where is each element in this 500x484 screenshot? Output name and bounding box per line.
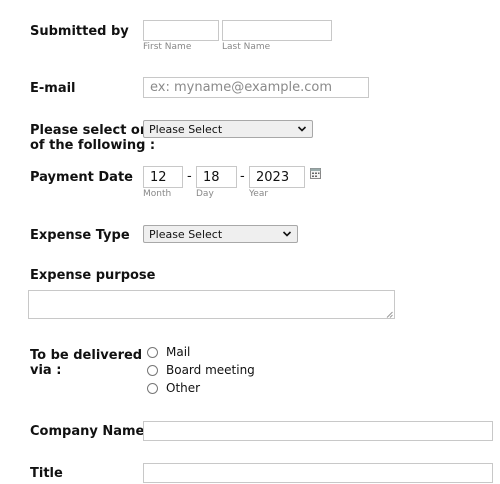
delivery-option-mail[interactable]: Mail [147, 343, 255, 361]
delivery-option-board-meeting[interactable]: Board meeting [147, 361, 255, 379]
delivery-label-line1: To be delivered [30, 348, 143, 363]
expense-purpose-textarea[interactable] [28, 290, 395, 319]
first-name-input[interactable] [143, 20, 219, 41]
payment-date-label: Payment Date [30, 170, 133, 185]
title-label: Title [30, 466, 63, 481]
select-one-label: Please select one of the following : [30, 123, 158, 153]
date-separator: - [240, 169, 245, 184]
last-name-caption: Last Name [222, 42, 271, 52]
company-name-label: Company Name [30, 424, 145, 439]
last-name-input[interactable] [222, 20, 332, 41]
year-caption: Year [249, 189, 269, 199]
email-input[interactable] [143, 77, 369, 98]
select-one-label-line1: Please select one [30, 123, 158, 138]
expense-type-label: Expense Type [30, 228, 130, 243]
expense-type-dropdown[interactable]: Please Select [143, 225, 298, 243]
delivery-option-label: Board meeting [166, 363, 255, 377]
delivery-options: Mail Board meeting Other [147, 343, 255, 397]
company-name-input[interactable] [143, 421, 493, 441]
delivery-option-label: Other [166, 381, 201, 395]
expense-type-value: Please Select [149, 227, 223, 241]
expense-purpose-label: Expense purpose [30, 268, 156, 283]
day-caption: Day [196, 189, 214, 199]
select-one-value: Please Select [149, 122, 223, 136]
month-caption: Month [143, 189, 172, 199]
payment-day-input[interactable] [196, 166, 237, 188]
payment-year-input[interactable] [249, 166, 305, 188]
radio-button[interactable] [147, 346, 158, 358]
submitted-by-label: Submitted by [30, 24, 129, 39]
delivery-option-label: Mail [166, 345, 191, 359]
title-input[interactable] [143, 463, 493, 483]
calendar-icon[interactable] [310, 168, 321, 179]
delivery-option-other[interactable]: Other [147, 379, 255, 397]
chevron-down-icon [297, 126, 307, 132]
date-separator: - [187, 169, 192, 184]
delivery-label-line2: via : [30, 363, 62, 378]
chevron-down-icon [282, 231, 292, 237]
radio-button[interactable] [147, 382, 158, 394]
resize-handle-icon[interactable] [386, 311, 393, 318]
first-name-caption: First Name [143, 42, 192, 52]
select-one-label-line2: of the following : [30, 138, 156, 153]
email-label: E-mail [30, 81, 76, 96]
payment-month-input[interactable] [143, 166, 183, 188]
delivery-label: To be delivered via : [30, 348, 142, 378]
radio-button[interactable] [147, 364, 158, 376]
select-one-dropdown[interactable]: Please Select [143, 120, 313, 138]
